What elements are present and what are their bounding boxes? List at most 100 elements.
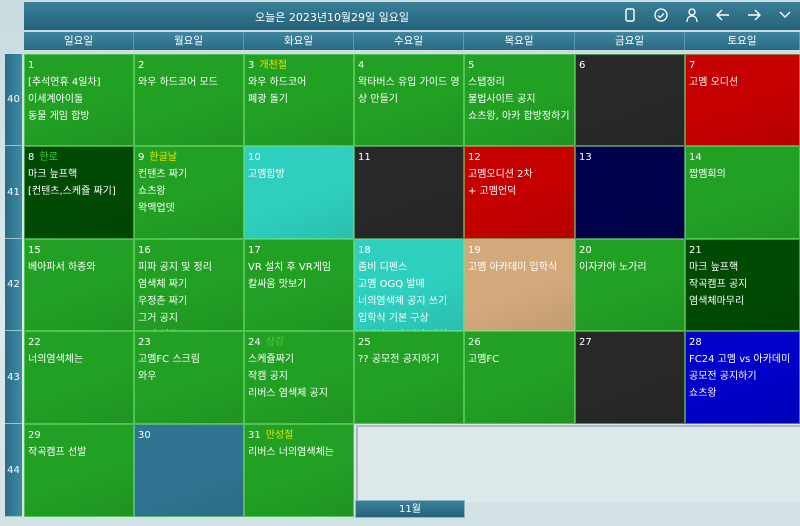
day-cell[interactable]: 31 만성절 리버스 너의염색체는 — [244, 424, 354, 517]
event-item[interactable]: 마크 늪프핵 — [28, 166, 130, 183]
event-item[interactable]: 쇼츠왕, 아카 합방정하기 — [468, 108, 571, 125]
event-item[interactable]: 불법사이트 공지 — [468, 91, 571, 108]
day-cell[interactable]: 1 [추석연휴 4일차] 이세계아이돌 동물 게임 합방 — [24, 54, 134, 146]
event-item[interactable]: 고멤합방 — [248, 166, 350, 183]
weekday-header: 월요일 — [134, 32, 244, 50]
day-number: 9 — [138, 152, 145, 163]
day-cell[interactable]: 5 스탭정리 불법사이트 공지 쇼츠왕, 아카 합방정하기 — [464, 54, 575, 146]
event-item[interactable]: 폐광 돌기 — [248, 91, 350, 108]
event-item[interactable]: 컨텐츠 짜기 — [138, 166, 240, 183]
event-item[interactable]: 작캠 공지 — [248, 368, 350, 385]
event-item[interactable]: 왁타버스 유입 가이드 영 — [358, 74, 460, 91]
day-cell[interactable]: 12 고멤오디션 2차 + 고멤언덕 — [464, 146, 575, 239]
day-number: 24 — [248, 337, 261, 348]
arrow-left-icon[interactable] — [714, 6, 732, 24]
day-cell[interactable]: 19 고멤 아카데미 입학식 — [464, 239, 575, 331]
day-cell[interactable]: 26 고멤FC — [464, 331, 575, 424]
weekday-header: 금요일 — [575, 32, 685, 50]
event-item[interactable]: 고멤 오디션 — [689, 74, 796, 91]
day-cell[interactable]: 10 고멤합방 — [244, 146, 354, 239]
event-item[interactable]: 너의염색체는 — [28, 351, 130, 368]
day-cell[interactable]: 28 FC24 고멤 vs 아카데미 공모전 공지하기 쇼츠왕 — [685, 331, 800, 424]
day-cell[interactable]: 2 와우 하드코어 모드 — [134, 54, 244, 146]
day-cell[interactable]: 14 짭멤회의 — [685, 146, 800, 239]
event-item[interactable]: 와우 — [138, 368, 240, 385]
event-item[interactable]: [컨텐츠,스케쥴 짜기] — [28, 183, 130, 200]
day-cell[interactable]: 24 상강 스케쥴짜기 작캠 공지 리버스 염색체 공지 — [244, 331, 354, 424]
day-cell[interactable]: 27 — [575, 331, 685, 424]
day-cell[interactable]: 20 이자카야 노가리 — [575, 239, 685, 331]
event-item[interactable]: 고멤 OGQ 발매 — [358, 276, 460, 293]
event-item[interactable]: FC24 고멤 vs 아카데미 — [689, 351, 796, 368]
arrow-right-icon[interactable] — [745, 6, 763, 24]
day-cell[interactable]: 22 너의염색체는 — [24, 331, 134, 424]
chevron-down-icon[interactable] — [776, 6, 794, 24]
event-item[interactable]: 입학식 기본 구상 — [358, 310, 460, 327]
calendar-header: 오늘은 2023년10월29일 일요일 — [24, 2, 800, 30]
event-item[interactable]: 짭멤회의 — [689, 166, 796, 183]
event-item[interactable]: 염색체 짜기 — [138, 276, 240, 293]
week-number: 44 — [5, 424, 22, 517]
day-cell[interactable]: 17 VR 설치 후 VR게임 칼싸움 맛보기 — [244, 239, 354, 331]
event-item[interactable]: 와우 하드코어 모드 — [138, 74, 240, 91]
day-cell[interactable]: 23 고멤FC 스크림 와우 — [134, 331, 244, 424]
day-cell[interactable]: 16피파 공지 및 정리염색체 짜기우정촌 짜기그거 공지그거 설무 — [134, 239, 244, 331]
event-item[interactable]: 그거 공지 — [138, 310, 240, 327]
check-circle-icon[interactable] — [652, 6, 670, 24]
day-cell[interactable]: 9 한글날 컨텐츠 짜기 쇼츠왕 왁맥업뎃 — [134, 146, 244, 239]
day-cell[interactable]: 8 한로 마크 늪프핵 [컨텐츠,스케쥴 짜기] — [24, 146, 134, 239]
event-item[interactable]: 이자카야 노가리 — [579, 259, 681, 276]
day-cell[interactable]: 25 ?? 공모전 공지하기 — [354, 331, 464, 424]
event-item[interactable]: 쇼츠왕 — [689, 385, 796, 402]
event-item[interactable]: 베아파서 하종와 — [28, 259, 130, 276]
day-cell[interactable]: 13 — [575, 146, 685, 239]
day-cell[interactable]: 3 개천절 와우 하드코어 폐광 돌기 — [244, 54, 354, 146]
week-number: 42 — [5, 239, 22, 331]
phone-icon[interactable] — [621, 6, 639, 24]
event-item[interactable]: 우정촌 짜기 — [138, 293, 240, 310]
event-item[interactable]: 공모전 공지하기 — [689, 368, 796, 385]
event-item[interactable]: 스케쥴짜기 — [248, 351, 350, 368]
event-item[interactable]: + 고멤언덕 — [468, 183, 571, 200]
day-cell[interactable]: 4 왁타버스 유입 가이드 영상 만들기 — [354, 54, 464, 146]
event-item[interactable]: 고멤FC — [468, 351, 571, 368]
holiday-label: 한로 — [39, 152, 58, 163]
event-item[interactable]: [추석연휴 4일차] — [28, 74, 130, 91]
event-item[interactable]: 고멤 아카데미 입학식 — [468, 259, 571, 276]
day-cell[interactable]: 7 고멤 오디션 — [685, 54, 800, 146]
next-month-tab[interactable]: 11월 — [355, 500, 465, 518]
day-cell[interactable]: 6 — [575, 54, 685, 146]
day-cell[interactable]: 29 작곡캠프 선발 — [24, 424, 134, 517]
event-item[interactable]: 작곡캠프 선발 — [28, 444, 130, 461]
event-item[interactable]: 상 만들기 — [358, 91, 460, 108]
day-number: 28 — [689, 337, 702, 348]
event-item[interactable]: 피파 공지 및 정리 — [138, 259, 240, 276]
event-item[interactable]: 좀비 디펜스 — [358, 259, 460, 276]
event-item[interactable]: VR 설치 후 VR게임 — [248, 259, 350, 276]
user-icon[interactable] — [683, 6, 701, 24]
event-item[interactable]: 마크 늪프핵 — [689, 259, 796, 276]
event-item[interactable]: 염색체마무리 — [689, 293, 796, 310]
event-item[interactable]: 와우 하드코어 — [248, 74, 350, 91]
day-number: 3 — [248, 60, 255, 71]
event-item[interactable]: ?? 공모전 공지하기 — [358, 351, 460, 368]
event-item[interactable]: 리버스 너의염색체는 — [248, 444, 350, 461]
event-item[interactable]: 너의염색체 공지 쓰기 — [358, 293, 460, 310]
day-number: 29 — [28, 430, 41, 441]
day-cell[interactable]: 11 — [354, 146, 464, 239]
day-cell[interactable]: 30 — [134, 424, 244, 517]
event-item[interactable]: 스탭정리 — [468, 74, 571, 91]
event-item[interactable]: 쇼츠왕 — [138, 183, 240, 200]
event-item[interactable]: 작곡캠프 공지 — [689, 276, 796, 293]
day-cell[interactable]: 21 마크 늪프핵 작곡캠프 공지 염색체마무리 — [685, 239, 800, 331]
holiday-label: 만성절 — [265, 430, 294, 441]
event-item[interactable]: 고멤FC 스크림 — [138, 351, 240, 368]
event-item[interactable]: 이세계아이돌 — [28, 91, 130, 108]
event-item[interactable]: 왁맥업뎃 — [138, 200, 240, 217]
day-cell[interactable]: 15 베아파서 하종와 — [24, 239, 134, 331]
day-cell[interactable]: 18좀비 디펜스고멤 OGQ 발매너의염색체 공지 쓰기입학식 기본 구상시간남… — [354, 239, 464, 331]
event-item[interactable]: 칼싸움 맛보기 — [248, 276, 350, 293]
event-item[interactable]: 고멤오디션 2차 — [468, 166, 571, 183]
event-item[interactable]: 동물 게임 합방 — [28, 108, 130, 125]
event-item[interactable]: 리버스 염색체 공지 — [248, 385, 350, 402]
